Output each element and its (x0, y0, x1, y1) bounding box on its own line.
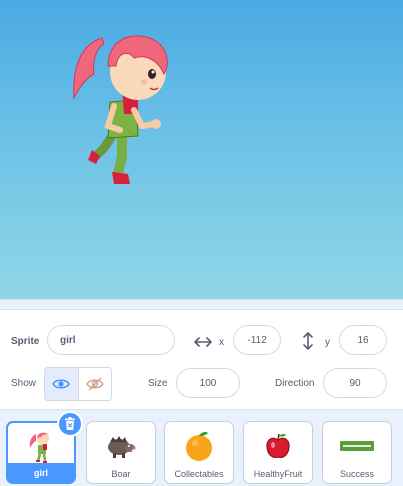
y-input[interactable]: 16 (339, 325, 387, 355)
success-banner-icon (323, 428, 391, 464)
eye-hidden-icon (86, 377, 104, 391)
sprite-name-input[interactable]: girl (47, 325, 175, 355)
orange-sprite-icon (165, 428, 233, 464)
sprite-info-panel: Sprite girl x -112 y 16 Show Size 100 Di… (0, 309, 403, 409)
sprite-tile-label: Boar (111, 468, 131, 479)
sprite-tile-label: HealthyFruit (253, 468, 303, 479)
sprite-tile-healthyfruit[interactable]: HealthyFruit (243, 421, 313, 484)
sprite-tile-label: girl (8, 463, 74, 482)
sprite-label: Sprite (11, 336, 40, 347)
x-label: x (219, 337, 224, 348)
show-label: Show (11, 378, 37, 389)
show-visible-button[interactable] (45, 368, 78, 400)
show-toggle-group (44, 367, 112, 401)
sprite-tile-boar[interactable]: Boar (86, 421, 156, 484)
apple-sprite-icon (244, 428, 312, 464)
y-label: y (325, 337, 330, 348)
eye-icon (52, 379, 71, 389)
sprite-tile-label: Success (339, 468, 374, 479)
trash-icon (65, 417, 75, 430)
direction-label: Direction (275, 378, 315, 389)
delete-sprite-button[interactable] (57, 411, 83, 437)
sprite-tile-label: Collectables (174, 468, 224, 479)
size-input[interactable]: 100 (176, 368, 240, 398)
x-arrows-icon (194, 337, 212, 347)
direction-input[interactable]: 90 (323, 368, 387, 398)
size-label: Size (148, 378, 168, 389)
x-input[interactable]: -112 (233, 325, 281, 355)
boar-sprite-icon (87, 428, 155, 464)
show-hidden-button[interactable] (77, 368, 111, 400)
sprite-tile-success[interactable]: Success (322, 421, 392, 484)
y-arrows-icon (303, 332, 313, 350)
sprite-tile-collectables[interactable]: Collectables (164, 421, 234, 484)
stage[interactable] (0, 0, 403, 300)
girl-running-sprite[interactable] (64, 18, 174, 190)
